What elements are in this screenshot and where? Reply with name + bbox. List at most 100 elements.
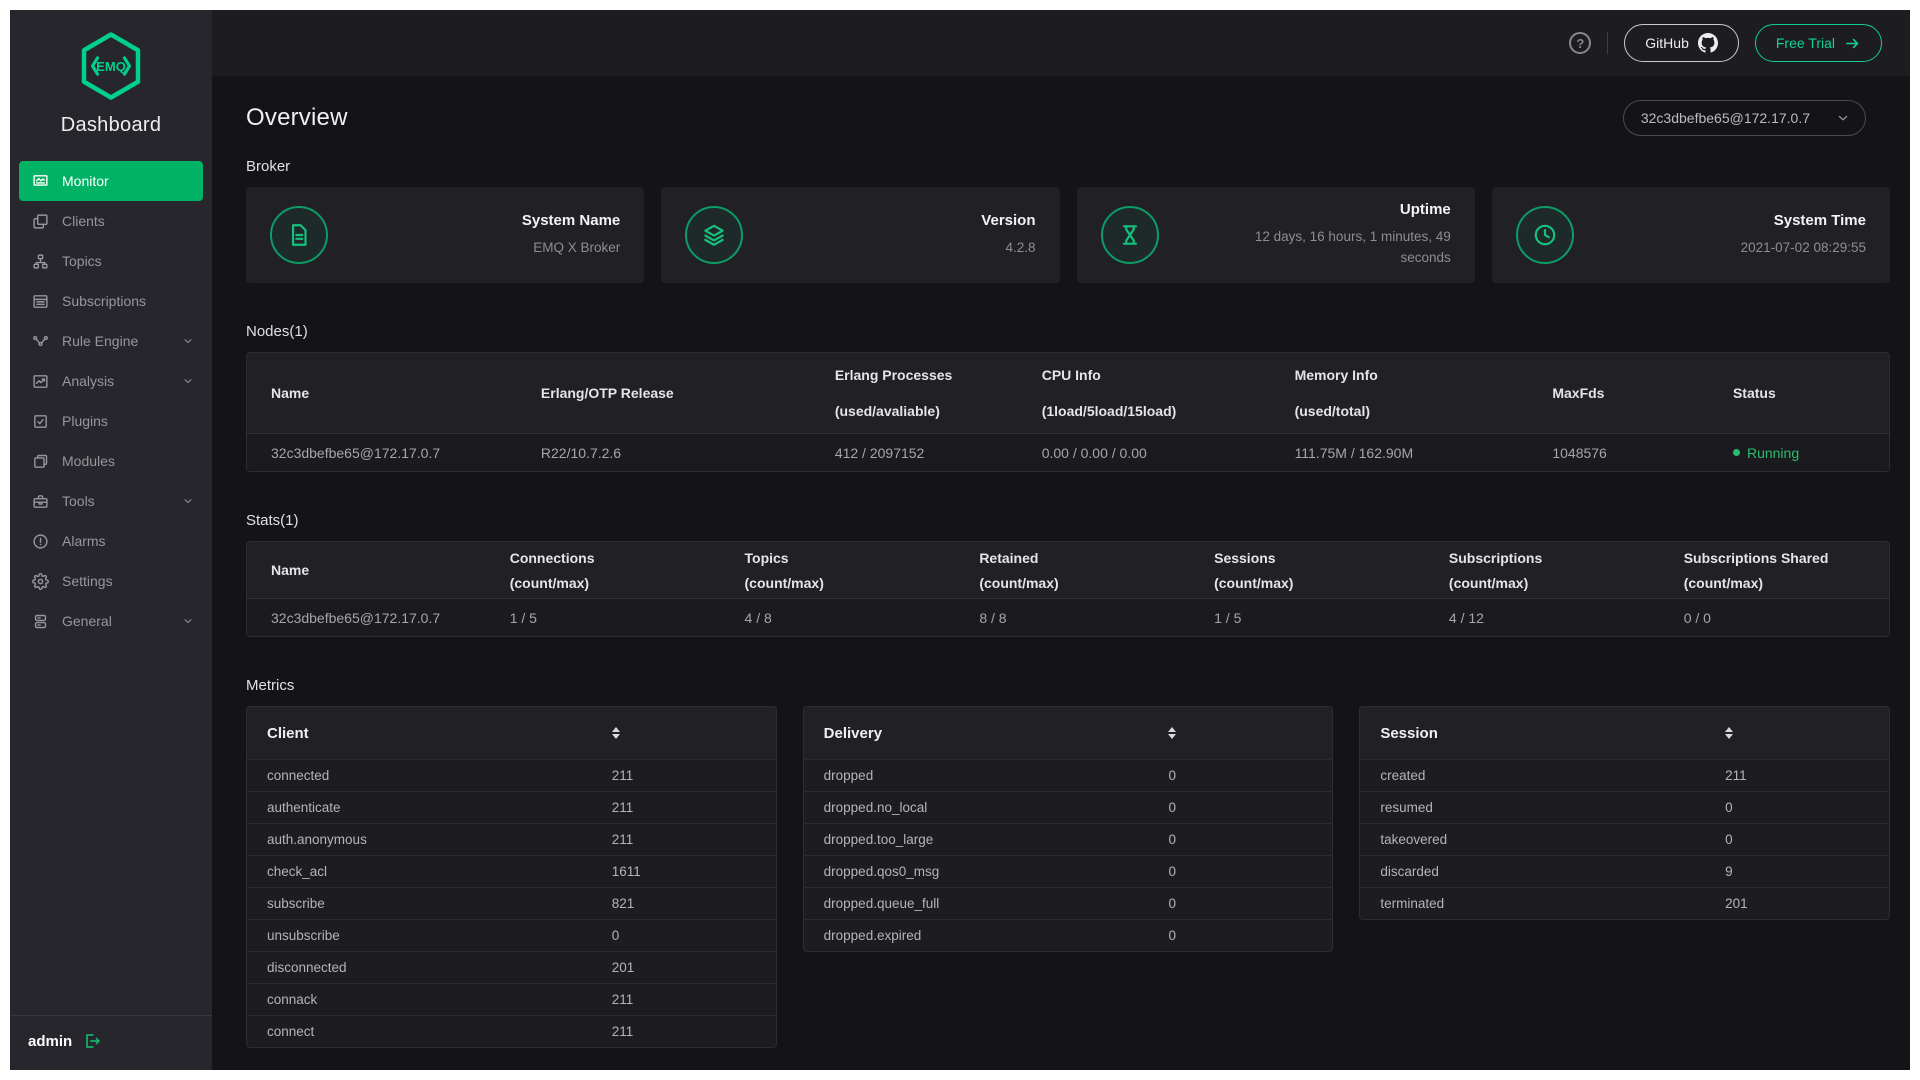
logout-icon[interactable]	[84, 1032, 102, 1050]
broker-section-label: Broker	[246, 158, 1890, 175]
metric-value: 0	[1168, 768, 1176, 783]
node-selector[interactable]: 32c3dbefbe65@172.17.0.7	[1623, 100, 1866, 136]
metric-name: created	[1380, 768, 1425, 783]
column-header-sub: (used/total)	[1295, 403, 1545, 419]
metric-row: discarded9	[1360, 855, 1889, 887]
metric-value: 211	[612, 800, 634, 815]
erlang-otp-cell: R22/10.7.2.6	[541, 445, 835, 461]
sort-icon[interactable]	[1725, 727, 1733, 739]
card-value: 12 days, 16 hours, 1 minutes, 49 seconds	[1233, 227, 1451, 269]
metric-row: dropped 0	[804, 759, 1333, 791]
sidebar-item-clients[interactable]: Clients	[19, 201, 203, 241]
metric-name: dropped	[824, 768, 874, 783]
metric-row: unsubscribe0	[247, 919, 776, 951]
metric-name: dropped.expired	[824, 928, 922, 943]
metric-row: takeovered0	[1360, 823, 1889, 855]
sidebar-item-label: Analysis	[62, 373, 114, 389]
sidebar-item-rule-engine[interactable]: Rule Engine	[19, 321, 203, 361]
metric-row: dropped.too_large0	[804, 823, 1333, 855]
metric-value: 0	[1168, 928, 1176, 943]
delivery-metrics-header: Delivery	[804, 707, 1333, 759]
sidebar-item-label: Settings	[62, 573, 113, 589]
subscriptions-icon	[32, 293, 49, 310]
column-header: Subscriptions Shared	[1684, 550, 1881, 566]
sidebar-item-subscriptions[interactable]: Subscriptions	[19, 281, 203, 321]
card-label: Uptime	[1233, 201, 1451, 218]
column-header: Connections	[510, 550, 737, 566]
sidebar-item-modules[interactable]: Modules	[19, 441, 203, 481]
metric-value: 0	[1168, 800, 1176, 815]
status-label: Running	[1747, 445, 1799, 461]
sessions-cell: 1 / 5	[1214, 610, 1449, 626]
metric-name: terminated	[1380, 896, 1444, 911]
sort-icon[interactable]	[612, 727, 620, 739]
card-label: System Name	[522, 212, 620, 229]
page-title: Overview	[246, 104, 348, 132]
uptime-card: Uptime 12 days, 16 hours, 1 minutes, 49 …	[1077, 187, 1475, 283]
client-metrics-table: Client connected211 authenticate211 auth…	[246, 706, 777, 1048]
session-metrics-header: Session	[1360, 707, 1889, 759]
erlang-processes-cell: 412 / 2097152	[835, 445, 1042, 461]
column-header: Retained	[979, 550, 1206, 566]
sidebar-item-plugins[interactable]: Plugins	[19, 401, 203, 441]
app-title: Dashboard	[10, 114, 212, 137]
metric-name: disconnected	[267, 960, 347, 975]
metric-name: connect	[267, 1024, 314, 1039]
metric-value: 211	[1725, 768, 1747, 783]
metrics-table-title: Delivery	[824, 725, 882, 742]
topbar-divider	[1607, 32, 1608, 54]
sidebar-item-monitor[interactable]: Monitor	[19, 161, 203, 201]
sidebar-item-label: Tools	[62, 493, 95, 509]
chevron-down-icon	[1836, 111, 1850, 125]
node-selector-value: 32c3dbefbe65@172.17.0.7	[1641, 110, 1810, 126]
column-header: Topics	[745, 550, 972, 566]
username: admin	[28, 1033, 72, 1050]
metric-row: terminated201	[1360, 887, 1889, 919]
metric-name: dropped.queue_full	[824, 896, 940, 911]
plugins-icon	[32, 413, 49, 430]
sidebar-item-label: Rule Engine	[62, 333, 138, 349]
sidebar-menu: Monitor Clients Topics Subscriptions	[10, 161, 212, 1015]
github-button[interactable]: GitHub	[1624, 24, 1739, 62]
column-header-sub: (count/max)	[745, 575, 972, 591]
file-icon	[270, 206, 328, 264]
column-header: Status	[1733, 385, 1881, 401]
client-metrics-header: Client	[247, 707, 776, 759]
app-window: EMQ Dashboard Monitor Clients To	[10, 10, 1910, 1070]
metric-value: 211	[612, 1024, 634, 1039]
sidebar-item-settings[interactable]: Settings	[19, 561, 203, 601]
free-trial-button[interactable]: Free Trial	[1755, 24, 1882, 62]
cpu-info-cell: 0.00 / 0.00 / 0.00	[1042, 445, 1295, 461]
column-header: MaxFds	[1552, 385, 1725, 401]
metric-value: 211	[612, 992, 634, 1007]
metric-value: 9	[1725, 864, 1733, 879]
chevron-down-icon	[182, 615, 194, 627]
sidebar-item-label: Modules	[62, 453, 115, 469]
nodes-table: Name Erlang/OTP Release Erlang Processes…	[246, 352, 1890, 472]
topics-icon	[32, 253, 49, 270]
main-area: ? GitHub Free Trial Overview 32c3dbefbe6…	[212, 10, 1910, 1070]
column-header-sub: (count/max)	[1214, 575, 1441, 591]
sidebar-item-topics[interactable]: Topics	[19, 241, 203, 281]
sort-icon[interactable]	[1168, 727, 1176, 739]
sidebar-item-tools[interactable]: Tools	[19, 481, 203, 521]
metric-value: 0	[1725, 832, 1733, 847]
overview-content: Overview 32c3dbefbe65@172.17.0.7 Broker …	[212, 76, 1910, 1070]
card-label: Version	[981, 212, 1035, 229]
metrics-table-title: Session	[1380, 725, 1438, 742]
emqx-logo: EMQ	[10, 30, 212, 102]
metric-row: dropped.qos0_msg0	[804, 855, 1333, 887]
metric-name: unsubscribe	[267, 928, 340, 943]
metric-row: auth.anonymous211	[247, 823, 776, 855]
node-name-cell: 32c3dbefbe65@172.17.0.7	[247, 610, 510, 626]
sidebar-item-general[interactable]: General	[19, 601, 203, 641]
sidebar-item-label: Clients	[62, 213, 105, 229]
help-icon[interactable]: ?	[1569, 32, 1591, 54]
page-head: Overview 32c3dbefbe65@172.17.0.7	[246, 100, 1890, 136]
sidebar-item-analysis[interactable]: Analysis	[19, 361, 203, 401]
column-header-sub: (count/max)	[1684, 575, 1881, 591]
status-badge: Running	[1733, 445, 1889, 461]
sidebar-item-alarms[interactable]: Alarms	[19, 521, 203, 561]
metric-value: 211	[612, 768, 634, 783]
metric-row: connack211	[247, 983, 776, 1015]
